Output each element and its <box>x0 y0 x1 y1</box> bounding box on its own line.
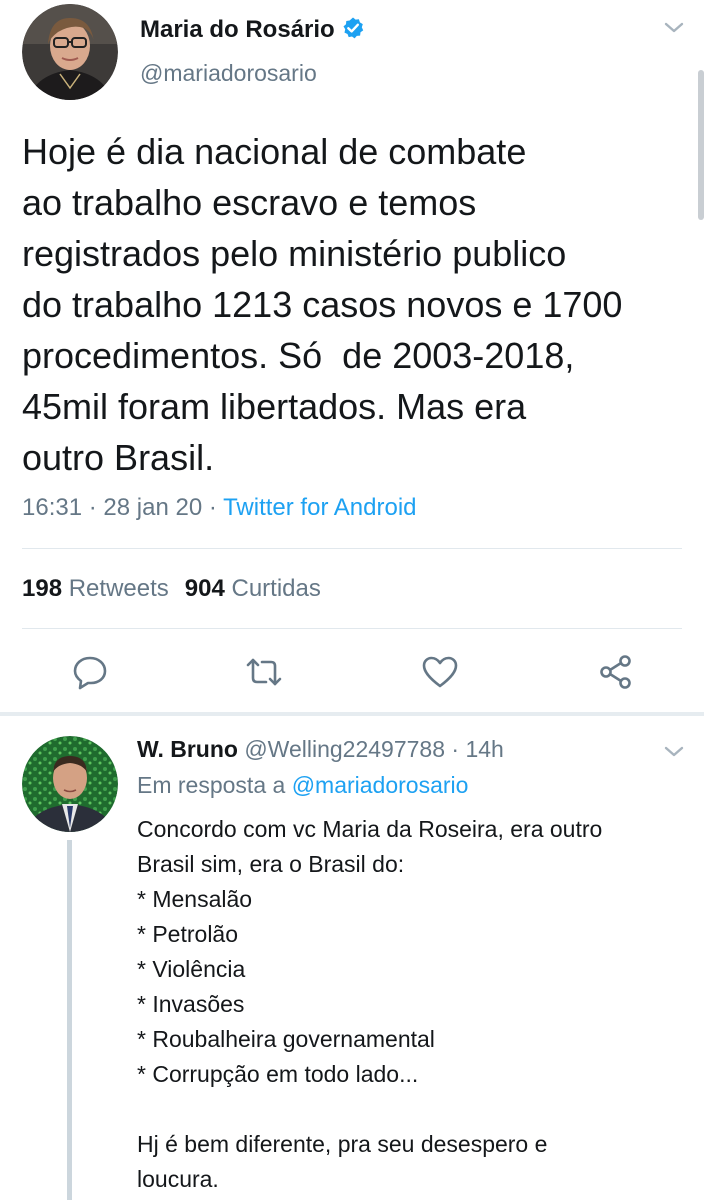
tweet-actions <box>0 648 704 698</box>
reply-text-line: * Invasões <box>137 991 245 1017</box>
likes-label: Curtidas <box>231 575 321 602</box>
reply-text-line: Hj é bem diferente, pra seu desespero e <box>137 1131 548 1157</box>
tweet-source-link[interactable]: Twitter for Android <box>223 494 416 521</box>
reply-avatar-photo <box>22 736 118 832</box>
meta-separator: · <box>208 494 217 521</box>
tweet-text-line: procedimentos. Só de 2003-2018, <box>22 335 575 376</box>
reply-text-line: * Roubalheira governamental <box>137 1026 435 1052</box>
thread-line <box>67 840 72 1200</box>
retweets-label: Retweets <box>68 575 169 602</box>
reply-text-line: * Violência <box>137 956 246 982</box>
reply-header: W. Bruno @Welling22497788 · 14h <box>137 736 504 763</box>
tweet-text-line: 45mil foram libertados. Mas era <box>22 386 527 427</box>
verified-badge-icon <box>341 16 365 40</box>
reply-text-line: * Corrupção em todo lado... <box>137 1061 419 1087</box>
reply-text-line: loucura. <box>137 1166 219 1192</box>
chevron-down-icon[interactable] <box>662 744 686 760</box>
retweets-stat[interactable]: 198 Retweets <box>22 575 169 602</box>
divider <box>22 548 682 549</box>
meta-separator: · <box>451 736 460 762</box>
in-reply-to: Em resposta a @mariadorosario <box>137 772 468 799</box>
reply-avatar[interactable] <box>22 736 118 832</box>
divider <box>22 628 682 629</box>
author-name-text: Maria do Rosário <box>140 16 335 43</box>
tweet-stats: 198 Retweets 904 Curtidas <box>22 575 321 603</box>
reply-icon[interactable] <box>70 652 110 692</box>
reply-text: Concordo com vc Maria da Roseira, era ou… <box>137 812 697 1197</box>
avatar[interactable] <box>22 4 118 100</box>
tweet-time: 16:31 <box>22 494 83 521</box>
reply-text-line: * Mensalão <box>137 886 253 912</box>
retweets-count: 198 <box>22 575 63 602</box>
tweet-text-line: do trabalho 1213 casos novos e 1700 <box>22 284 623 325</box>
reply-text-line: * Petrolão <box>137 921 239 947</box>
tweet-date: 28 jan 20 <box>103 494 203 521</box>
tweet-text-line: ao trabalho escravo e temos <box>22 182 477 223</box>
tweet-meta: 16:31 · 28 jan 20 · Twitter for Android <box>22 494 417 522</box>
reply-author-handle[interactable]: @Welling22497788 <box>244 736 445 762</box>
in-reply-prefix: Em resposta a <box>137 772 286 798</box>
author-handle[interactable]: @mariadorosario <box>140 60 317 87</box>
tweet-text-line: outro Brasil. <box>22 437 215 478</box>
main-tweet: Maria do Rosário @mariadorosario Hoje é … <box>0 0 704 716</box>
retweet-icon[interactable] <box>244 652 284 692</box>
share-icon[interactable] <box>596 652 636 692</box>
likes-count: 904 <box>184 575 225 602</box>
reply-text-line: Brasil sim, era o Brasil do: <box>137 851 405 877</box>
reply-tweet[interactable]: W. Bruno @Welling22497788 · 14h Em respo… <box>0 716 704 1200</box>
chevron-down-icon[interactable] <box>662 20 686 36</box>
likes-stat[interactable]: 904 Curtidas <box>185 575 321 602</box>
reply-text-line <box>137 1092 697 1127</box>
heart-icon[interactable] <box>420 652 460 692</box>
tweet-detail-page: Maria do Rosário @mariadorosario Hoje é … <box>0 0 704 1200</box>
reply-text-line: Concordo com vc Maria da Roseira, era ou… <box>137 816 603 842</box>
tweet-text-line: registrados pelo ministério publico <box>22 233 567 274</box>
author-name[interactable]: Maria do Rosário <box>140 16 365 44</box>
in-reply-mention-link[interactable]: @mariadorosario <box>292 772 469 798</box>
meta-separator: · <box>88 494 97 521</box>
tweet-text-line: Hoje é dia nacional de combate <box>22 131 527 172</box>
reply-time: 14h <box>465 736 504 762</box>
avatar-photo <box>22 4 118 100</box>
reply-author-name[interactable]: W. Bruno <box>137 736 238 762</box>
tweet-text: Hoje é dia nacional de combate ao trabal… <box>22 126 694 483</box>
